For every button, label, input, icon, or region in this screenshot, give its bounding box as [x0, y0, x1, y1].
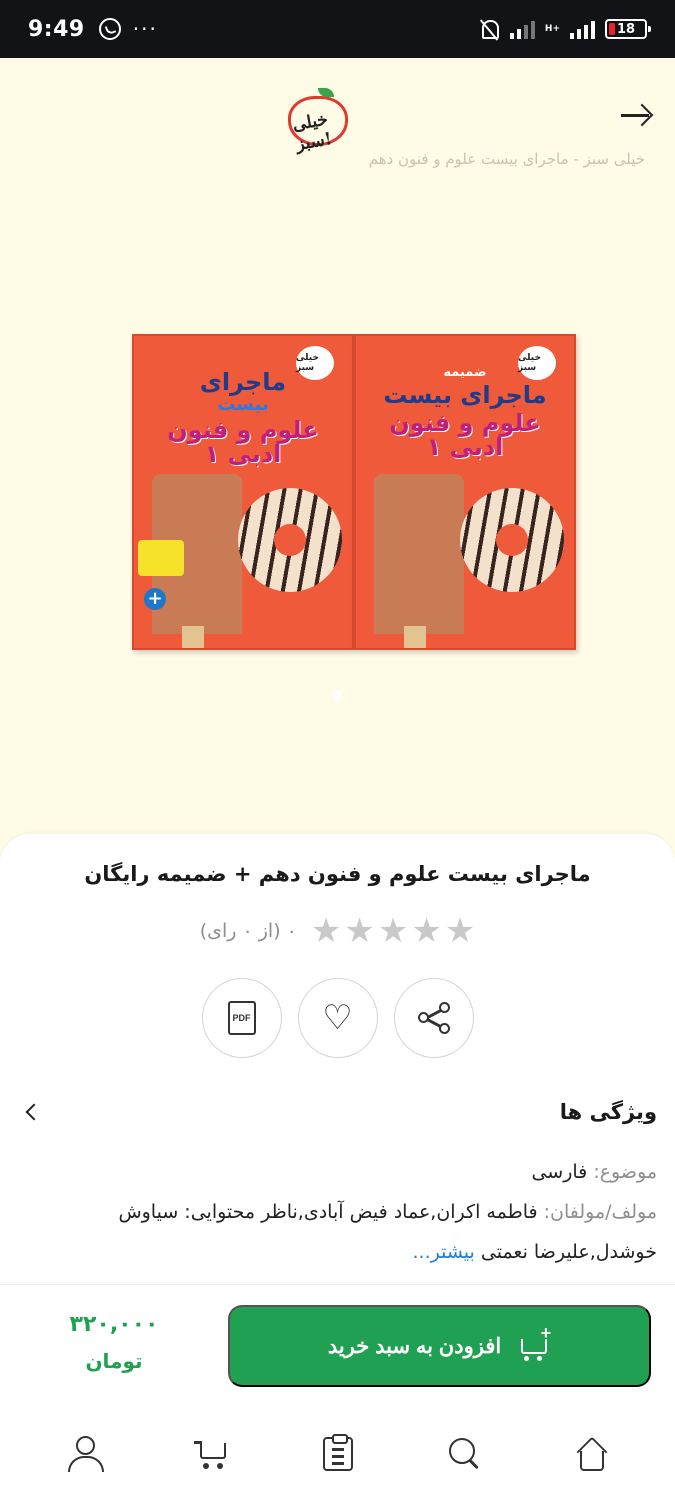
book-title-line: علوم و فنون ادبی ۱ [389, 409, 541, 461]
add-to-cart-label: افزودن به سبد خرید [327, 1334, 502, 1358]
nav-orders[interactable] [308, 1424, 368, 1484]
signal-icon [570, 19, 595, 39]
share-icon [417, 1001, 451, 1035]
spec-value: فارسی [531, 1161, 588, 1183]
orders-icon [322, 1434, 353, 1471]
cart-plus-icon [517, 1323, 551, 1361]
bottom-nav [0, 1408, 675, 1500]
features-title: ویژگی ها [559, 1100, 657, 1124]
nav-search[interactable] [435, 1424, 495, 1484]
book-badge [138, 540, 184, 576]
star-icon: ★ [310, 911, 342, 951]
battery-level: 18 [616, 21, 636, 37]
pdf-button[interactable]: PDF [201, 978, 282, 1058]
bell-off-icon [478, 18, 500, 40]
back-arrow-icon[interactable] [621, 100, 651, 130]
carousel-indicator-dot[interactable] [332, 690, 342, 700]
star-icon: ★ [377, 911, 409, 951]
rating-text: ۰ (از ۰ رای) [199, 920, 297, 942]
whatsapp-icon [98, 18, 121, 40]
donut-image [238, 488, 342, 592]
star-icon: ★ [444, 911, 476, 951]
rating-row: ★ ★ ★ ★ ★ ۰ (از ۰ رای) [0, 914, 675, 948]
cart-icon [193, 1437, 228, 1471]
network-type: H+ [544, 23, 560, 34]
book-title-line: ماجرای بیست [383, 381, 547, 409]
profile-icon [67, 1436, 104, 1472]
price-currency: تومان [85, 1349, 143, 1373]
book-title: ماجرای بیست علوم و فنون ادبی ۱ [148, 366, 338, 466]
spec-list: موضوع: فارسی مولف/مولفان: فاطمه اکران,عم… [22, 1152, 657, 1272]
more-link[interactable]: بیشتر... [413, 1241, 475, 1263]
product-actions: PDF ♡ [0, 978, 675, 1058]
share-button[interactable] [393, 978, 474, 1058]
price-value: ۳۲۰,۰۰۰ [69, 1312, 159, 1337]
nav-profile[interactable] [54, 1424, 114, 1484]
status-right-group: H+ 18 [478, 18, 651, 40]
spec-key: مولف/مولفان: [543, 1201, 657, 1223]
nav-cart[interactable] [181, 1424, 241, 1484]
features-header[interactable]: ویژگی ها [0, 1100, 675, 1124]
brand-logo: خیلی سبز! [280, 88, 356, 155]
purchase-bar: افزودن به سبد خرید ۳۲۰,۰۰۰ تومان [0, 1284, 675, 1408]
star-icon: ★ [344, 911, 375, 951]
star-icon: ★ [411, 911, 442, 951]
product-hero: خیلی سبز! خیلی سبز - ماجرای بیست علوم و … [0, 58, 675, 858]
home-icon [575, 1437, 609, 1471]
more-dots-icon: ··· [132, 17, 158, 41]
spec-authors: مولف/مولفان: فاطمه اکران,عماد فیض آبادی,… [22, 1192, 657, 1272]
status-time: 9:49 [28, 16, 85, 42]
wishlist-button[interactable]: ♡ [297, 978, 378, 1058]
heart-icon: ♡ [322, 999, 353, 1037]
book-title: ضمیمه ماجرای بیست علوم و فنون ادبی ۱ [370, 366, 560, 459]
chevron-left-icon[interactable] [25, 1103, 43, 1121]
add-to-cart-button[interactable]: افزودن به سبد خرید [228, 1305, 651, 1387]
book-title-line: علوم و فنون ادبی ۱ [167, 416, 319, 468]
battery-icon: 18 [605, 19, 651, 39]
nav-home[interactable] [562, 1424, 622, 1484]
donut-image [460, 488, 564, 592]
pdf-icon: PDF [227, 1001, 256, 1035]
book-title-line: ماجرای [199, 368, 287, 396]
rating-stars[interactable]: ★ ★ ★ ★ ★ [311, 914, 475, 948]
product-title: ماجرای بیست علوم و فنون دهم + ضمیمه رایگ… [84, 862, 591, 886]
pdf-label: PDF [231, 1013, 252, 1023]
book-cover-supplement[interactable]: خیلی سبز ضمیمه ماجرای بیست علوم و فنون ا… [354, 334, 576, 650]
faded-caption: خیلی سبز - ماجرای بیست علوم و فنون دهم [368, 150, 645, 168]
book-cover-main[interactable]: خیلی سبز ماجرای بیست علوم و فنون ادبی ۱ … [132, 334, 354, 650]
signal-icon [509, 19, 535, 39]
spec-subject: موضوع: فارسی [22, 1152, 657, 1192]
book-title-line: ضمیمه [443, 365, 487, 380]
book-title-line: بیست [217, 394, 269, 415]
price-box: ۳۲۰,۰۰۰ تومان [24, 1307, 204, 1379]
search-icon [448, 1437, 482, 1471]
spec-key: موضوع: [593, 1161, 657, 1183]
book-digit-art [374, 474, 464, 648]
status-bar: 9:49 ··· H+ 18 [0, 0, 675, 58]
product-info-card: ماجرای بیست علوم و فنون دهم + ضمیمه رایگ… [0, 834, 675, 1294]
plus-icon: + [144, 588, 166, 610]
